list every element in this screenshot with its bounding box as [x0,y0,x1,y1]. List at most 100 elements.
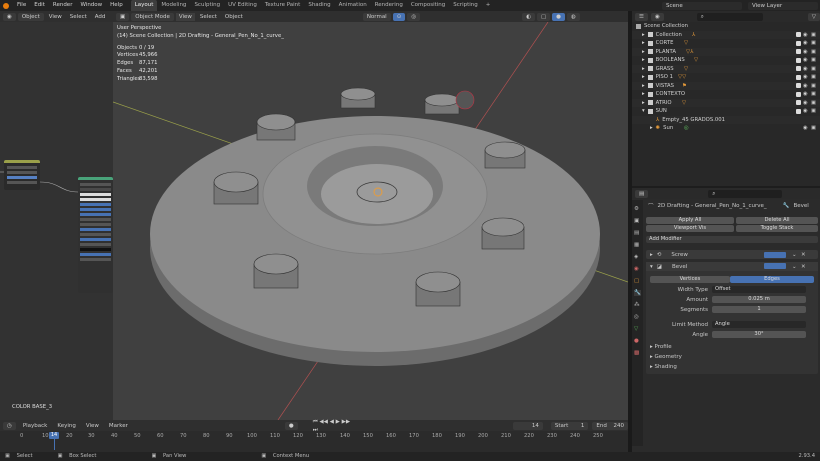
playback-controls[interactable]: ⏮ ◀◀ ◀ ▶ ▶▶ ⏭ [310,418,359,434]
tab-rendering[interactable]: Rendering [371,0,407,11]
segments-field[interactable]: 1 [712,306,806,313]
material-tab-icon[interactable]: ● [634,338,641,344]
viewport-editor-type-button[interactable]: ▣ [116,12,130,21]
record-icon[interactable]: ● [284,421,298,430]
timeline-tick: 160 [386,433,396,439]
viewport-menu-view[interactable]: View [175,12,195,21]
tab-shading[interactable]: Shading [304,0,334,11]
outliner-editor-type-button[interactable]: ☰ [635,12,648,21]
3d-viewport[interactable]: User Perspective (14) Scene Collection |… [113,22,628,420]
tab-layout[interactable]: Layout [130,0,158,11]
tab-sculpting[interactable]: Sculpting [190,0,224,11]
menu-render[interactable]: Render [49,0,77,11]
start-frame-field[interactable]: Start 1 [550,421,589,430]
status-pan-view: ▣ Pan View [151,453,187,459]
menu-help[interactable]: Help [106,0,127,11]
viewport-menu-select[interactable]: Select [197,13,220,21]
scene-selector[interactable]: Scene [662,1,742,10]
render-tab-icon[interactable]: ▣ [634,218,641,224]
angle-field[interactable]: 30° [712,331,806,338]
viewport-vis-button[interactable]: Viewport Vis [646,225,734,232]
sidebar-menu-select[interactable]: Select [67,13,90,21]
panel-profile[interactable]: ▸ Profile [650,344,672,350]
panel-shading[interactable]: ▸ Shading [650,364,677,370]
timeline-menu-playback[interactable]: Playback [20,422,51,430]
outliner-row[interactable]: ▸ Collection ⅄ ◉ ▣ [632,30,820,39]
properties-editor-type-button[interactable]: ▤ [635,189,649,198]
scene-tab-icon[interactable]: ◈ [634,254,641,260]
sidebar-menu-add[interactable]: Add [92,13,109,21]
object-mode-select[interactable]: Object Mode [131,12,174,21]
tab-uv-editing[interactable]: UV Editing [224,0,261,11]
editor-type-button[interactable]: ◉ [3,12,16,21]
modifier-screw[interactable]: ▸ ⟲ Screw ⌄ ✕ [646,250,818,259]
orientation-select[interactable]: Normal [362,12,391,21]
timeline-menu-view[interactable]: View [83,422,102,430]
timeline-menu-keying[interactable]: Keying [54,422,78,430]
outliner-row[interactable]: Scene Collection [632,22,820,31]
outliner-row[interactable]: ▸ GRASS ▽ ◉ ▣ [632,64,820,73]
outliner-row[interactable]: ▸ ✺ Sun ◎ ◉ ▣ [632,124,820,133]
collection-label: (14) Scene Collection | 2D Drafting - Ge… [117,32,284,39]
outliner-row[interactable]: ⅄ Empty_45 GRADOS.001 [632,115,820,124]
shading-material-icon[interactable]: ◍ [566,12,580,21]
view-layer-tab-icon[interactable]: ▦ [634,242,641,248]
filter-icon[interactable]: ▽ [807,12,820,21]
frame-cursor[interactable]: 14 [49,432,59,439]
particles-tab-icon[interactable]: ⁂ [634,302,641,308]
tool-tab-icon[interactable]: ⚙ [634,206,641,212]
properties-search-input[interactable]: ⌕ [708,189,783,198]
output-tab-icon[interactable]: ▤ [634,230,641,236]
affect-vertices-button[interactable]: Vertices [650,276,730,283]
proportional-edit-icon[interactable]: ◎ [407,12,421,21]
stat-row: Faces 42,201 [117,67,158,74]
overlay-icon[interactable]: ◐ [522,12,535,21]
object-tab-icon[interactable]: ▢ [634,278,641,284]
view-layer-selector[interactable]: View Layer [748,1,818,10]
timeline-menu-marker[interactable]: Marker [106,422,131,430]
outliner-row[interactable]: ▸ CORTE ▽ ◉ ▣ [632,39,820,48]
tab-compositing[interactable]: Compositing [407,0,449,11]
tab-animation[interactable]: Animation [335,0,371,11]
outliner-row[interactable]: ▸ ATRIO ▽ ◉ ▣ [632,98,820,107]
world-tab-icon[interactable]: ◉ [634,266,641,272]
outliner-row[interactable]: ▸ BOOLEANS ▽ ◉ ▣ [632,56,820,65]
menu-edit[interactable]: Edit [30,0,49,11]
modifier-tab-icon[interactable]: 🔧 [634,290,641,296]
toggle-stack-button[interactable]: Toggle Stack [736,225,818,232]
width-type-select[interactable]: Offset [712,286,806,293]
limit-method-select[interactable]: Angle [712,321,806,328]
tab-texture-paint[interactable]: Texture Paint [261,0,305,11]
physics-tab-icon[interactable]: ◎ [634,314,641,320]
outliner-row[interactable]: ▸ VISTAS ⚑ ◉ ▣ [632,81,820,90]
tab-modeling[interactable]: Modeling [157,0,190,11]
texture-tab-icon[interactable]: ▩ [634,350,641,356]
timeline-editor-type-button[interactable]: ◷ [3,421,16,430]
menu-file[interactable]: File [13,0,30,11]
outliner-search-input[interactable]: ⌕ [696,12,763,21]
add-workspace-button[interactable]: + [482,0,495,11]
add-modifier-button[interactable]: Add Modifier [646,236,818,243]
apply-all-button[interactable]: Apply All [646,217,734,224]
data-tab-icon[interactable]: ▽ [634,326,641,332]
viewport-menu-object[interactable]: Object [222,13,246,21]
amount-field[interactable]: 0.025 m [712,296,806,303]
modifier-bevel[interactable]: ▾ ◪ Bevel ⌄ ✕ Vertices Edges Width Type Off… [646,262,818,374]
tab-scripting[interactable]: Scripting [449,0,481,11]
sidebar-menu-view[interactable]: View [46,13,65,21]
sidebar-mode-select[interactable]: Object [17,12,44,21]
affect-edges-button[interactable]: Edges [730,276,814,283]
snap-icon[interactable]: ⊙ [392,12,406,21]
delete-all-button[interactable]: Delete All [736,217,818,224]
outliner-row[interactable]: ▸ CONTEXTO ◉ ▣ [632,90,820,99]
menu-window[interactable]: Window [76,0,106,11]
display-mode-button[interactable]: ◉ [650,12,664,21]
panel-geometry[interactable]: ▸ Geometry [650,354,682,360]
end-frame-field[interactable]: End 240 [592,421,628,430]
outliner-row[interactable]: ▸ PISO 1 ▽▽ ◉ ▣ [632,73,820,82]
xray-icon[interactable]: ▢ [536,12,551,21]
outliner-row[interactable]: ▸ PLANTA ▽⅄ ◉ ▣ [632,47,820,56]
outliner-row[interactable]: ▾ SUN ◉ ▣ [632,107,820,116]
shading-solid-icon[interactable]: ● [552,12,565,21]
current-frame-field[interactable]: 14 [513,421,543,430]
